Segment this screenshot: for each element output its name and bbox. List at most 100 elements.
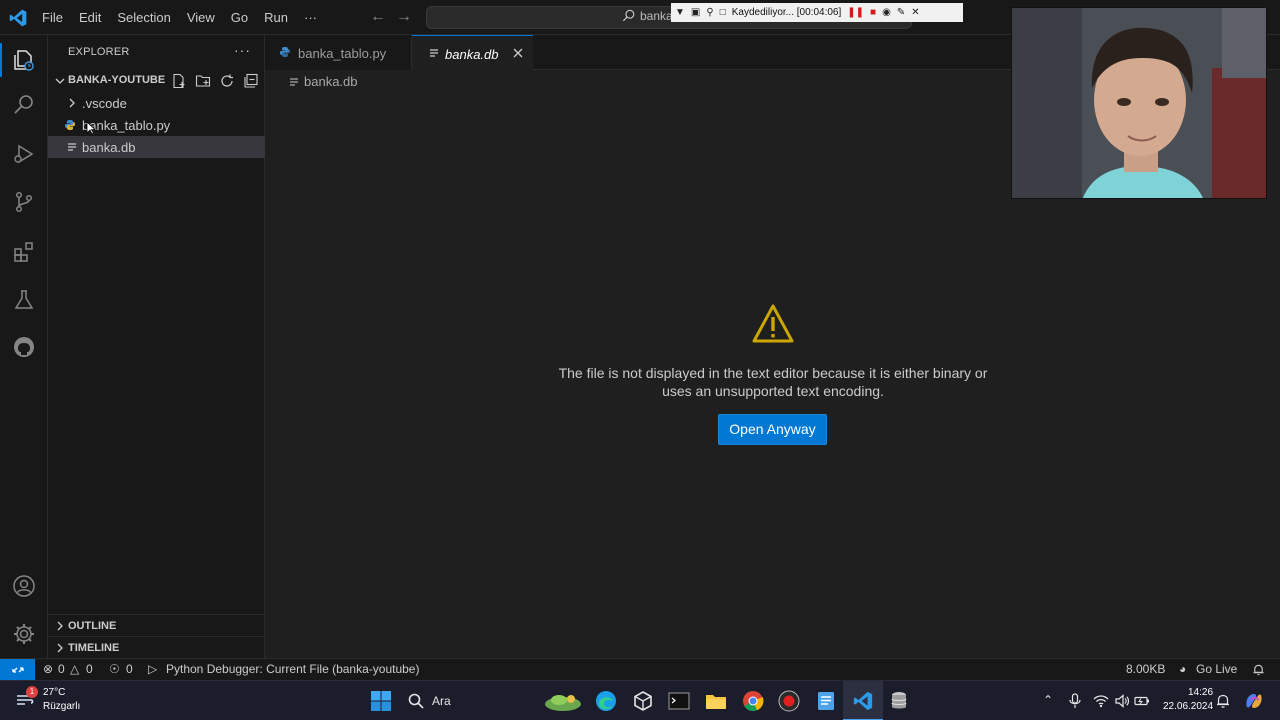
menu-view[interactable]: View [179, 0, 223, 35]
tree-item-banka-db[interactable]: banka.db [48, 136, 265, 158]
notepad-icon[interactable] [815, 690, 837, 712]
chevron-right-icon [57, 643, 63, 653]
tab-banka-tablo-py[interactable]: banka_tablo.py [265, 35, 412, 70]
github-icon[interactable] [12, 335, 36, 359]
stop-icon[interactable]: ■ [870, 3, 876, 22]
account-icon[interactable] [12, 574, 36, 598]
mouse-cursor-icon [86, 121, 96, 135]
tree-item-vscode-folder[interactable]: .vscode [48, 92, 265, 114]
bell-icon[interactable] [1252, 663, 1265, 676]
app-cube-icon[interactable] [632, 690, 654, 712]
testing-icon[interactable] [12, 288, 36, 312]
outline-section-header[interactable]: OUTLINE [48, 614, 265, 636]
file-explorer-icon[interactable] [705, 690, 727, 712]
more-actions-icon[interactable]: ··· [234, 42, 251, 58]
clock-date[interactable]: 22.06.2024 [1163, 701, 1213, 712]
pause-icon[interactable]: ❚❚ [847, 3, 864, 22]
back-arrow-icon[interactable]: ← [370, 8, 386, 26]
volume-icon[interactable] [1114, 693, 1130, 709]
ports-icon[interactable]: ☉ [109, 662, 120, 676]
vscode-taskbar-item-active[interactable] [843, 681, 883, 720]
refresh-icon[interactable] [219, 73, 235, 89]
explorer-icon[interactable] [12, 48, 36, 72]
timeline-section-header[interactable]: TIMELINE [48, 636, 265, 658]
screen-recorder-toolbar: ▼ ▣ ⚲ □ Kaydediliyor... [00:04:06] ❚❚ ■ … [671, 3, 963, 22]
warning-icon [752, 304, 794, 343]
tree-item-label: .vscode [82, 96, 127, 111]
camera-icon[interactable]: ◉ [882, 3, 891, 22]
clock-time[interactable]: 14:26 [1188, 687, 1213, 698]
menu-run[interactable]: Run [256, 0, 296, 35]
ports-count[interactable]: 0 [126, 662, 133, 676]
error-icon[interactable]: ⊗ [43, 662, 53, 676]
status-bar: ⊗ 0 △ 0 ☉ 0 ▷ Python Debugger: Current F… [0, 658, 1280, 681]
window-icon[interactable]: ▣ [691, 3, 700, 22]
warning-icon[interactable]: △ [70, 662, 79, 676]
forward-arrow-icon[interactable]: → [396, 8, 412, 26]
breadcrumb-item[interactable]: banka.db [304, 74, 358, 89]
workspace-folder-name: BANKA-YOUTUBE [68, 74, 166, 86]
gear-icon[interactable] [12, 622, 36, 646]
search-icon[interactable] [12, 93, 36, 117]
close-icon[interactable]: ✕ [911, 3, 919, 22]
notification-badge: 1 [26, 686, 38, 698]
close-icon[interactable] [511, 46, 525, 60]
python-debugger-status[interactable]: Python Debugger: Current File (banka-you… [166, 662, 419, 676]
tree-item-label: banka.db [82, 140, 136, 155]
menu-edit[interactable]: Edit [71, 0, 109, 35]
terminal-icon[interactable] [668, 690, 690, 712]
vscode-logo-icon [9, 9, 27, 27]
menu-more[interactable]: ··· [296, 0, 325, 35]
menu-go[interactable]: Go [223, 0, 256, 35]
remote-icon [12, 667, 24, 673]
python-file-icon [280, 47, 290, 57]
run-debug-icon[interactable] [12, 142, 36, 166]
error-count[interactable]: 0 [58, 662, 65, 676]
workspace-folder-header[interactable]: BANKA-YOUTUBE [48, 70, 265, 92]
go-live-button[interactable]: Go Live [1196, 662, 1237, 676]
text-file-icon [430, 49, 438, 57]
menu-selection[interactable]: Selection [109, 0, 178, 35]
warning-count[interactable]: 0 [86, 662, 93, 676]
search-icon[interactable] [408, 693, 424, 709]
new-folder-icon[interactable] [195, 73, 211, 89]
python-file-icon [65, 120, 75, 130]
microphone-icon[interactable] [1068, 693, 1082, 709]
database-icon[interactable] [888, 690, 910, 712]
webcam-overlay [1011, 7, 1267, 199]
weather-description[interactable]: Rüzgarlı [43, 701, 80, 712]
remote-indicator-button[interactable] [0, 659, 35, 681]
file-size[interactable]: 8.00KB [1126, 662, 1165, 676]
chrome-icon[interactable] [742, 690, 764, 712]
taskbar-search-label[interactable]: Ara [432, 694, 451, 708]
dropdown-icon[interactable]: ▼ [675, 3, 685, 22]
source-control-icon[interactable] [12, 190, 36, 214]
widget-game-icon[interactable] [543, 690, 583, 712]
tree-item-banka-tablo-py[interactable]: banka_tablo.py [48, 114, 265, 136]
copilot-icon[interactable] [1243, 690, 1265, 712]
chevron-up-icon[interactable]: ⌃ [1043, 693, 1053, 707]
new-file-icon[interactable] [171, 73, 187, 89]
weather-temperature[interactable]: 27°C [43, 687, 65, 698]
collapse-all-icon[interactable] [243, 73, 259, 89]
notification-bell-icon[interactable] [1216, 693, 1230, 709]
broadcast-icon: ◕ [1179, 662, 1187, 676]
capture-area-icon[interactable]: □ [720, 3, 726, 22]
binary-file-message: The file is not displayed in the text ed… [520, 364, 1026, 400]
edge-browser-icon[interactable] [595, 690, 617, 712]
tab-label: banka_tablo.py [298, 46, 387, 61]
open-anyway-button[interactable]: Open Anyway [718, 414, 827, 445]
menu-bar: File Edit Selection View Go Run ··· [34, 0, 325, 35]
tab-banka-db[interactable]: banka.db [412, 35, 533, 70]
timeline-label: TIMELINE [68, 642, 120, 654]
extensions-icon[interactable] [12, 240, 36, 264]
battery-icon[interactable] [1134, 693, 1150, 709]
webcam-person-image [1012, 8, 1266, 198]
pen-icon[interactable]: ✎ [897, 3, 905, 22]
wifi-icon[interactable] [1093, 693, 1109, 709]
windows-start-icon[interactable] [370, 690, 392, 712]
zoom-icon[interactable]: ⚲ [706, 3, 713, 22]
command-center-text: banka [640, 9, 673, 23]
screen-recorder-icon[interactable] [778, 690, 800, 712]
menu-file[interactable]: File [34, 0, 71, 35]
